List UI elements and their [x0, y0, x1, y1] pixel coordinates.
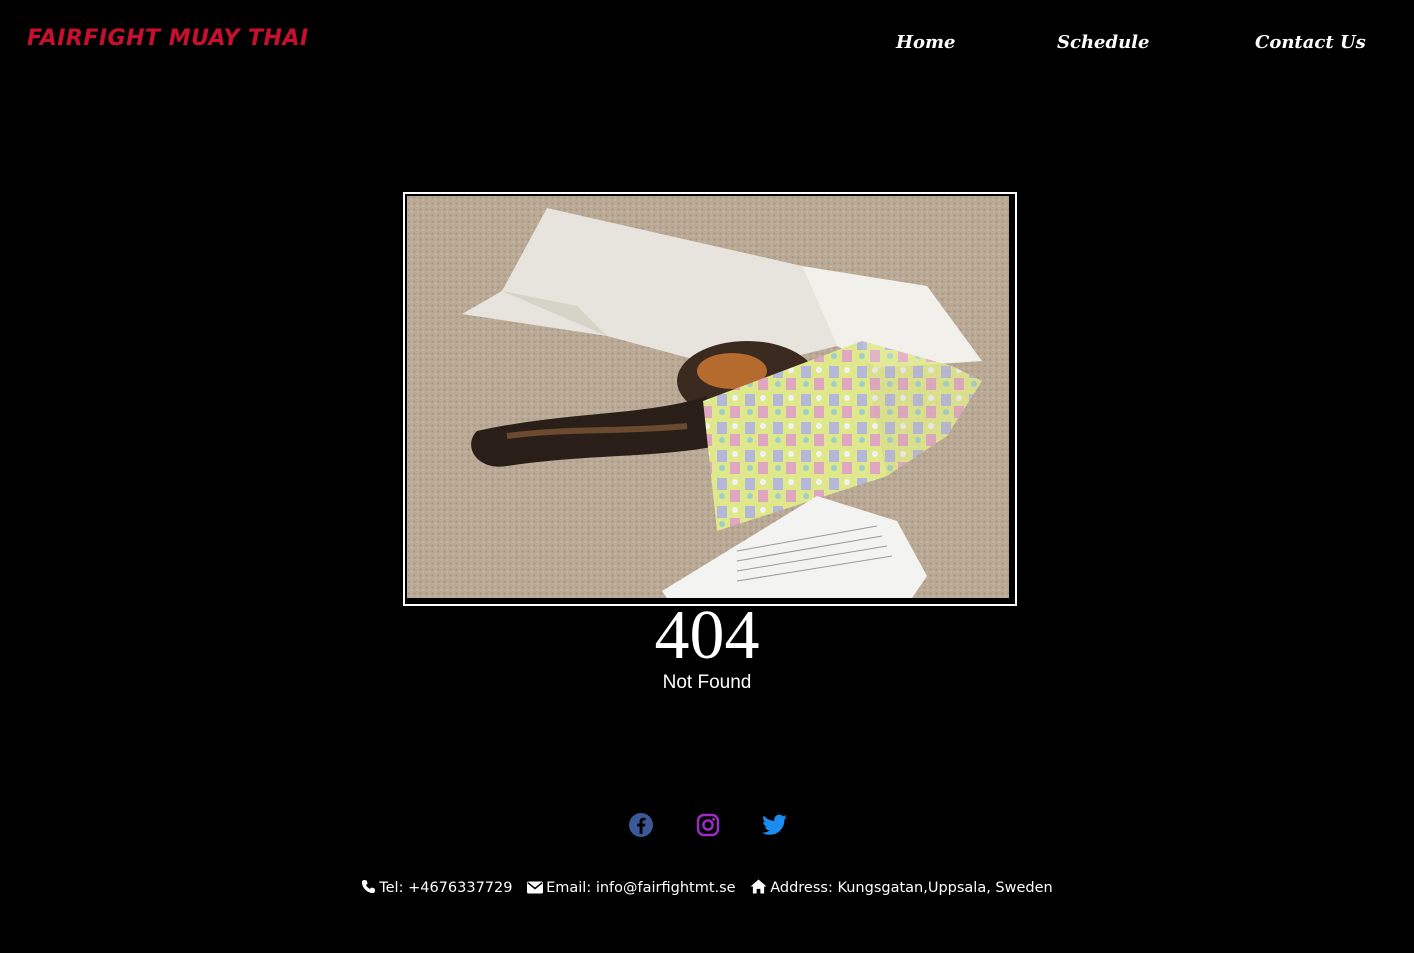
not-found-image — [403, 192, 1017, 606]
address-text: Address: Kungsgatan,Uppsala, Sweden — [770, 880, 1053, 896]
facebook-link[interactable] — [628, 812, 654, 838]
contact-email: Email: info@fairfightmt.se — [527, 877, 736, 899]
facebook-icon — [629, 813, 653, 837]
instagram-link[interactable] — [695, 812, 721, 838]
contact-address: Address: Kungsgatan,Uppsala, Sweden — [750, 877, 1053, 899]
nav-schedule-link[interactable]: Schedule — [1057, 32, 1149, 53]
tel-text: Tel: +4676337729 — [379, 880, 513, 896]
nav-contact-link[interactable]: Contact Us — [1255, 32, 1366, 53]
twitter-icon — [762, 814, 787, 835]
brand-logo-link[interactable]: FAIRFIGHT MUAY THAI — [27, 26, 309, 51]
twitter-link[interactable] — [762, 812, 788, 838]
instagram-icon — [696, 813, 720, 837]
home-icon — [750, 879, 767, 894]
email-text: Email: info@fairfightmt.se — [546, 880, 736, 896]
error-message: Not Found — [662, 672, 752, 693]
envelope-icon — [527, 881, 544, 894]
phone-icon — [362, 879, 376, 894]
nav-home-link[interactable]: Home — [896, 32, 956, 53]
error-code: 404 — [654, 597, 760, 674]
contact-info: Tel: +4676337729 Email: info@fairfightmt… — [0, 877, 1414, 899]
contact-tel: Tel: +4676337729 — [361, 877, 512, 899]
cat-in-box-photo — [407, 196, 1009, 598]
